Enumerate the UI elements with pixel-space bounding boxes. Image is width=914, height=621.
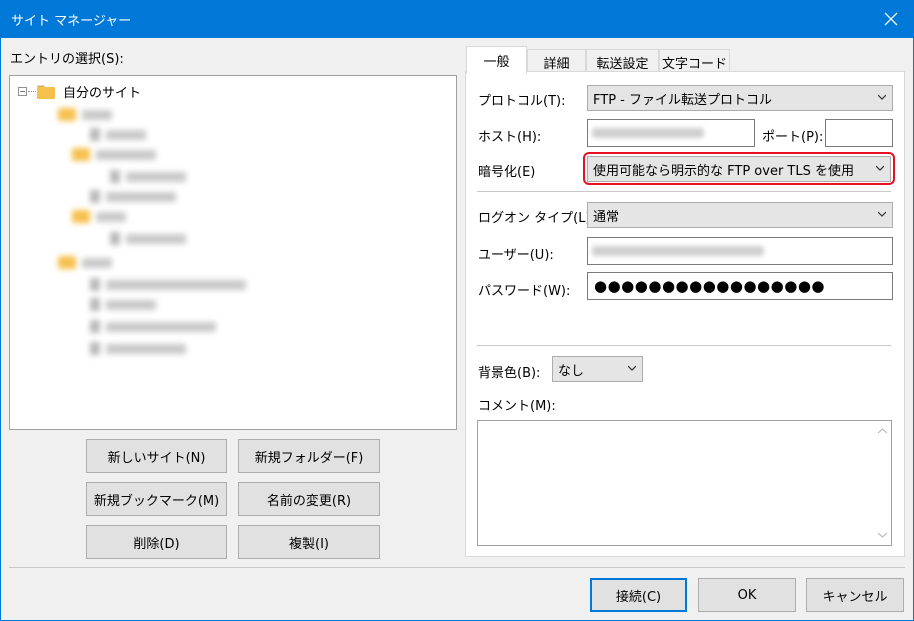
site-tree[interactable]: − 自分のサイト — [9, 75, 457, 430]
new-folder-button[interactable]: 新規フォルダー(F) — [238, 439, 380, 473]
bg-color-select[interactable]: なし — [552, 356, 643, 382]
chevron-down-icon — [628, 365, 636, 371]
host-value-redacted — [592, 128, 704, 138]
host-label: ホスト(H): — [478, 130, 542, 145]
title-bar: サイト マネージャー — [0, 0, 914, 38]
new-bookmark-button[interactable]: 新規ブックマーク(M) — [86, 482, 227, 516]
user-value-redacted — [592, 246, 764, 256]
logon-type-value: 通常 — [593, 209, 620, 225]
password-input[interactable]: ●●●●●●●●●●●●●●●●● — [587, 272, 893, 300]
tree-item-blurred[interactable] — [58, 256, 112, 269]
tree-item-blurred[interactable] — [90, 190, 176, 203]
tree-item-blurred[interactable] — [58, 108, 112, 121]
window-title: サイト マネージャー — [11, 14, 132, 29]
divider — [477, 345, 891, 346]
chevron-up-icon[interactable] — [878, 428, 887, 434]
comment-textarea[interactable] — [477, 420, 892, 546]
chevron-down-icon — [878, 211, 886, 217]
close-button[interactable] — [868, 0, 914, 38]
tree-item-blurred[interactable] — [110, 170, 186, 183]
duplicate-button[interactable]: 複製(I) — [238, 525, 380, 559]
encryption-value: 使用可能なら明示的な FTP over TLS を使用 — [593, 163, 854, 179]
tree-collapse-toggle[interactable]: − — [18, 87, 27, 96]
tab-general[interactable]: 一般 — [466, 46, 527, 74]
tree-item-blurred[interactable] — [110, 232, 186, 245]
new-site-button[interactable]: 新しいサイト(N) — [86, 439, 227, 473]
rename-button[interactable]: 名前の変更(R) — [238, 482, 380, 516]
logon-type-select[interactable]: 通常 — [587, 202, 893, 228]
protocol-label: プロトコル(T): — [478, 94, 566, 109]
tree-connector — [28, 91, 36, 92]
ok-button[interactable]: OK — [698, 578, 796, 612]
bg-color-value: なし — [558, 363, 585, 379]
encryption-label: 暗号化(E) — [478, 165, 536, 180]
comment-scrollbar[interactable] — [874, 421, 891, 545]
bg-color-label: 背景色(B): — [478, 366, 541, 381]
tree-item-blurred[interactable] — [90, 128, 146, 141]
connect-button[interactable]: 接続(C) — [590, 578, 687, 612]
port-input[interactable] — [825, 119, 893, 147]
port-label: ポート(P): — [762, 130, 824, 145]
tree-item-blurred[interactable] — [90, 278, 246, 291]
delete-button[interactable]: 削除(D) — [86, 525, 227, 559]
host-input[interactable] — [587, 119, 755, 147]
user-label: ユーザー(U): — [478, 248, 554, 263]
comment-label: コメント(M): — [478, 399, 556, 414]
tree-item-blurred[interactable] — [72, 210, 126, 223]
tree-root-label: 自分のサイト — [63, 86, 142, 101]
cancel-button[interactable]: キャンセル — [806, 578, 904, 612]
user-input[interactable] — [587, 237, 893, 265]
entry-selection-label: エントリの選択(S): — [10, 52, 124, 67]
footer-divider — [9, 567, 905, 568]
protocol-select[interactable]: FTP - ファイル転送プロトコル — [587, 85, 893, 111]
tree-item-blurred[interactable] — [72, 148, 156, 161]
divider — [477, 191, 891, 192]
tree-item-blurred[interactable] — [90, 342, 186, 355]
encryption-select[interactable]: 使用可能なら明示的な FTP over TLS を使用 — [587, 156, 891, 182]
chevron-down-icon — [878, 94, 886, 100]
folder-icon — [37, 84, 55, 99]
protocol-value: FTP - ファイル転送プロトコル — [593, 92, 772, 108]
tree-item-blurred[interactable] — [90, 320, 216, 333]
tree-root-item[interactable]: − 自分のサイト — [18, 82, 141, 101]
logon-type-label: ログオン タイプ(L): — [478, 211, 595, 226]
tree-item-blurred[interactable] — [90, 298, 156, 311]
chevron-down-icon — [876, 165, 884, 171]
close-icon — [884, 12, 898, 26]
chevron-down-icon[interactable] — [878, 532, 887, 538]
password-label: パスワード(W): — [478, 284, 571, 299]
